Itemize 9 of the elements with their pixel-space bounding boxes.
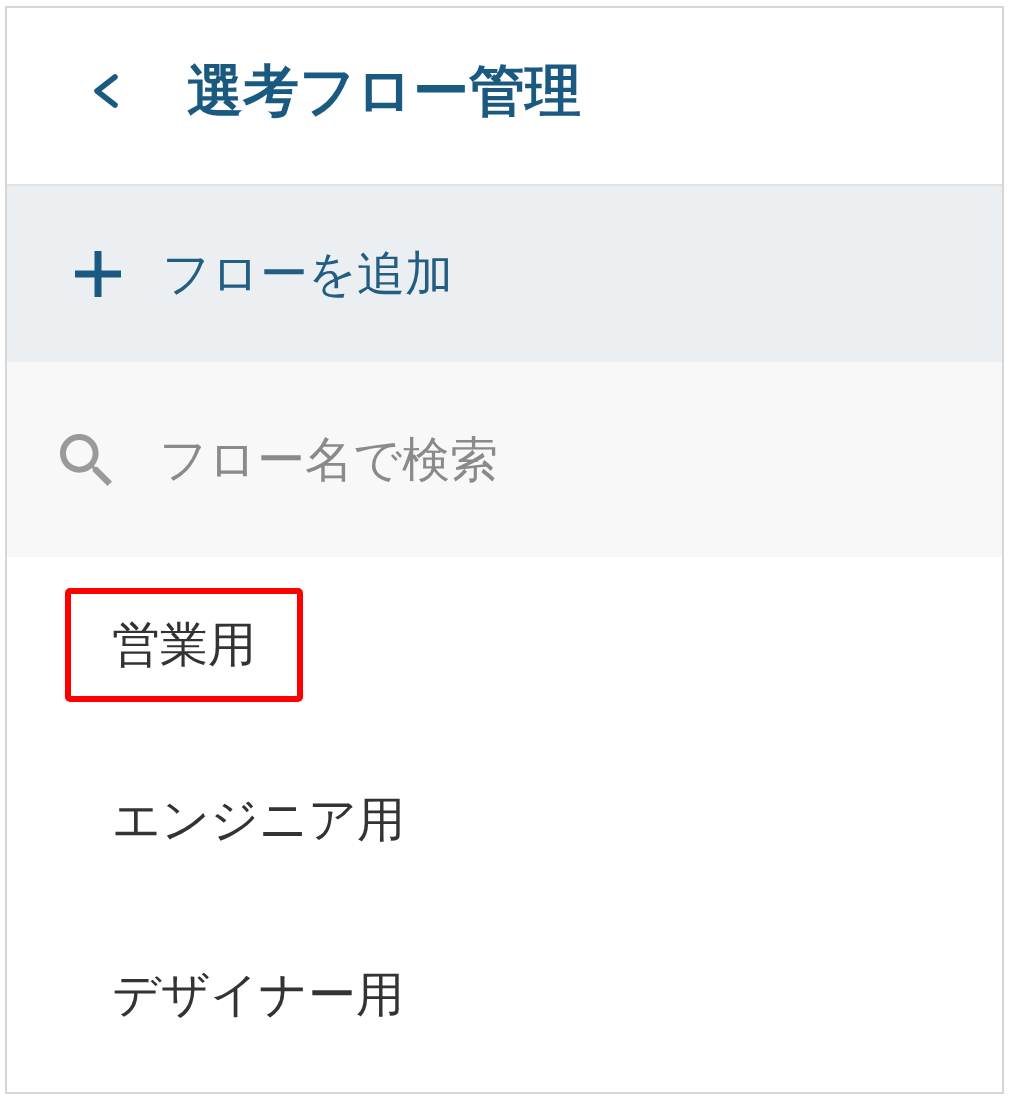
search-field[interactable]: フロー名で検索 (7, 362, 1002, 557)
search-icon (60, 433, 112, 486)
flow-item[interactable]: エンジニア用 (65, 762, 452, 877)
plus-icon (75, 251, 121, 297)
highlighted-flow-item[interactable]: 営業用 (65, 587, 303, 702)
page-title: 選考フロー管理 (187, 58, 581, 124)
flow-item[interactable]: デザイナー用 (65, 937, 451, 1052)
search-input[interactable]: フロー名で検索 (159, 427, 982, 492)
add-flow-button[interactable]: フローを追加 (7, 186, 1002, 362)
